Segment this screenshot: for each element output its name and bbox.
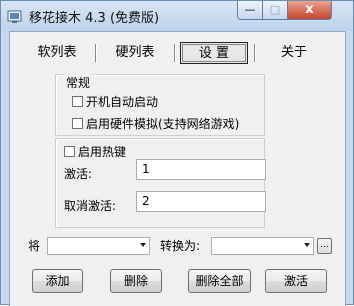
maximize-button[interactable]: □ (262, 1, 288, 20)
tab-soft-list[interactable]: 软列表 (24, 42, 90, 64)
to-key-combo[interactable] (211, 237, 314, 255)
from-key-label: 将 (28, 239, 41, 253)
tab-separator (254, 44, 255, 62)
deactivate-hotkey-label: 取消激活: (64, 199, 117, 213)
close-button[interactable]: x (287, 1, 332, 20)
activate-hotkey-field[interactable]: 1 (136, 159, 266, 180)
enable-hotkey-label: 启用热键 (78, 145, 127, 159)
app-window: 移花接木 4.3 (免费版) — □ x 软列表 硬列表 设 置 关于 常规 开… (0, 0, 354, 306)
minimize-button[interactable]: — (237, 1, 263, 20)
convert-to-label: 转换为: (160, 239, 201, 253)
tab-hard-list[interactable]: 硬列表 (102, 42, 168, 64)
app-icon (7, 10, 22, 23)
hardware-emulation-label: 启用硬件模拟(支持网络游戏) (86, 117, 240, 131)
checkbox-box[interactable] (72, 118, 83, 129)
tab-separator (95, 44, 96, 62)
autostart-label: 开机自动启动 (86, 95, 159, 109)
browse-button[interactable]: ... (317, 238, 332, 254)
tab-bar: 软列表 硬列表 设 置 关于 (18, 40, 336, 66)
autostart-checkbox[interactable]: 开机自动启动 (72, 93, 158, 110)
dropdown-arrow-icon[interactable] (304, 243, 310, 247)
checkbox-box[interactable] (72, 96, 83, 107)
tab-separator (174, 44, 175, 62)
enable-hotkey-checkbox[interactable]: 启用热键 (64, 143, 129, 160)
general-group-label: 常规 (64, 74, 93, 91)
hotkey-group: 启用热键 激活: 1 取消激活: 2 (55, 138, 266, 228)
add-button[interactable]: 添加 (32, 269, 83, 293)
activate-button[interactable]: 激活 (265, 269, 327, 293)
general-group: 常规 开机自动启动 启用硬件模拟(支持网络游戏) (55, 74, 265, 136)
delete-all-button[interactable]: 删除全部 (188, 269, 251, 293)
activate-hotkey-label: 激活: (64, 167, 93, 181)
title-bar[interactable]: 移花接木 4.3 (免费版) — □ x (1, 1, 353, 31)
client-area: 软列表 硬列表 设 置 关于 常规 开机自动启动 启用硬件模拟(支持网络游戏) (9, 31, 346, 306)
hardware-emulation-checkbox[interactable]: 启用硬件模拟(支持网络游戏) (72, 115, 239, 132)
dropdown-arrow-icon[interactable] (140, 243, 146, 247)
delete-button[interactable]: 删除 (110, 269, 162, 293)
from-key-combo[interactable] (47, 237, 150, 255)
tab-settings[interactable]: 设 置 (180, 42, 248, 64)
checkbox-box[interactable] (64, 146, 75, 157)
deactivate-hotkey-field[interactable]: 2 (136, 191, 266, 212)
settings-panel: 常规 开机自动启动 启用硬件模拟(支持网络游戏) 启用热键 激活: 1 取消激活… (18, 66, 338, 242)
window-title: 移花接木 4.3 (免费版) (29, 11, 160, 26)
tab-about[interactable]: 关于 (261, 42, 327, 64)
